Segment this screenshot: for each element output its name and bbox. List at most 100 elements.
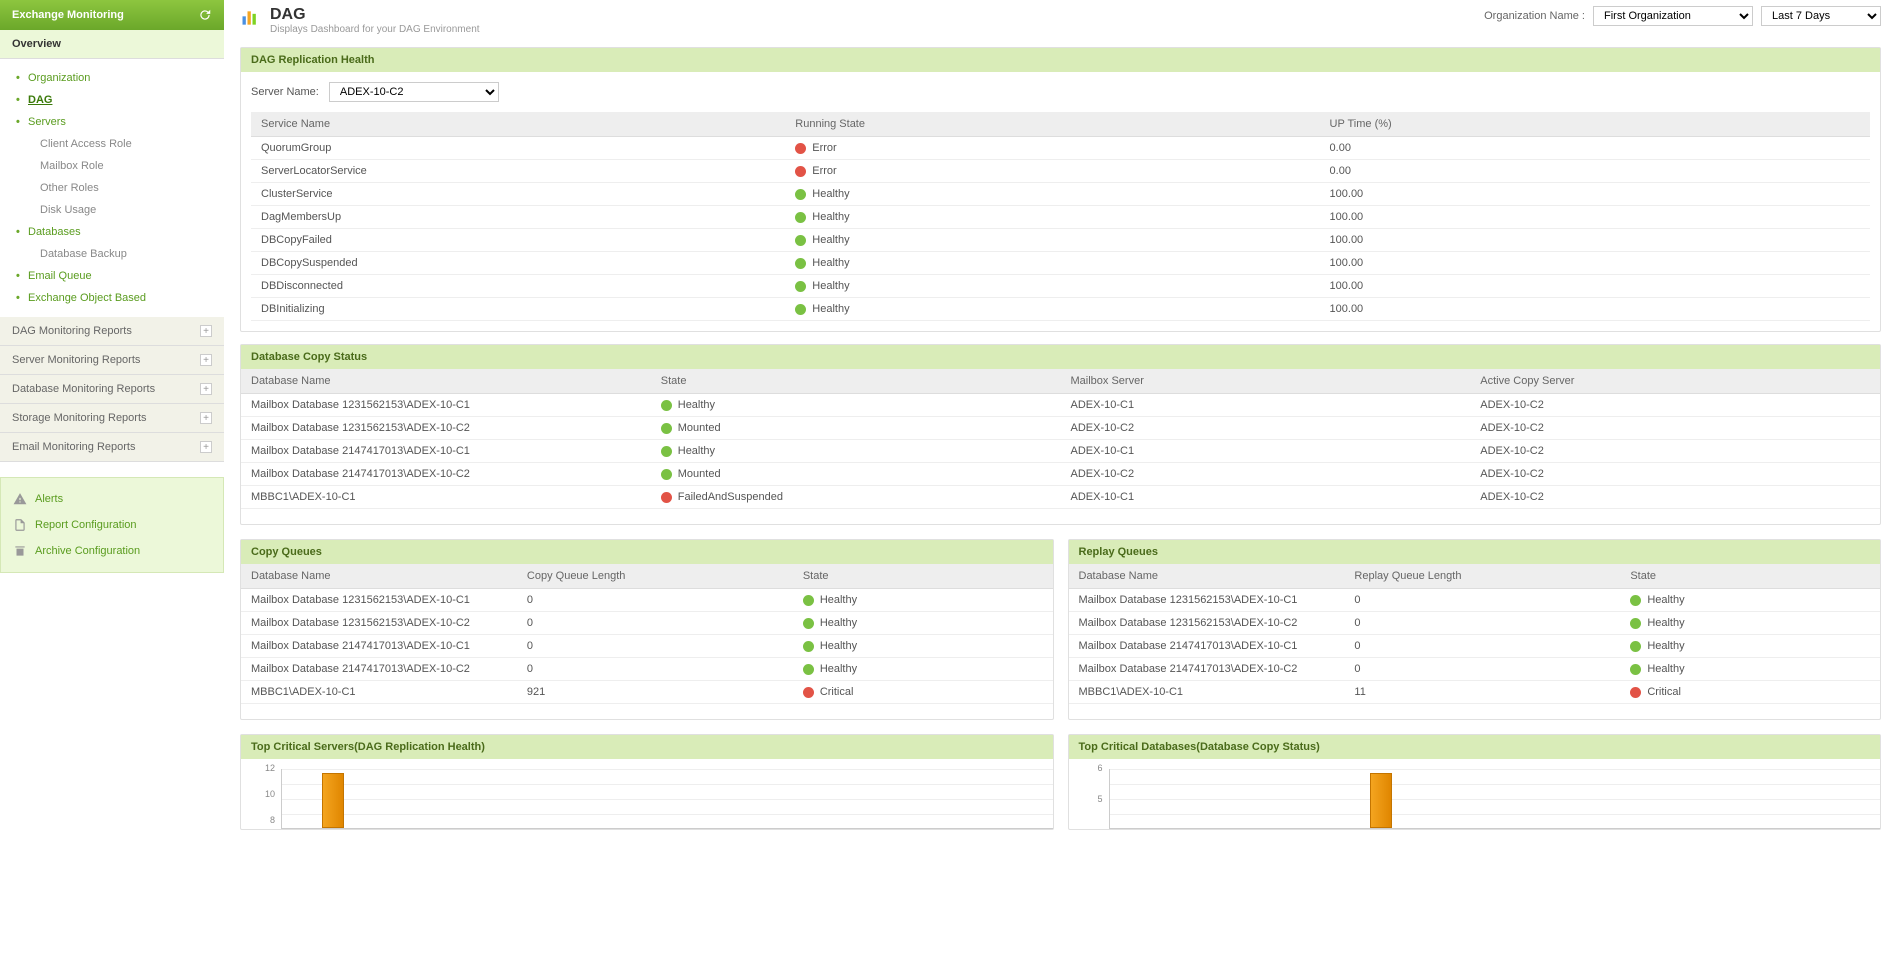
cell-uptime: 100.00	[1320, 229, 1870, 252]
rq-col-state: State	[1620, 564, 1880, 589]
cell-len: 921	[517, 681, 793, 704]
nav-item-email-queue[interactable]: Email Queue	[0, 265, 224, 287]
cell-state: Healthy	[785, 229, 1319, 252]
range-select[interactable]: Last 7 Days	[1761, 6, 1881, 26]
cell-db: Mailbox Database 1231562153\ADEX-10-C1	[241, 394, 651, 417]
cell-db: Mailbox Database 2147417013\ADEX-10-C2	[241, 463, 651, 486]
cell-uptime: 100.00	[1320, 206, 1870, 229]
refresh-icon[interactable]	[198, 8, 212, 22]
cell-db: Mailbox Database 1231562153\ADEX-10-C2	[241, 417, 651, 440]
col-state: State	[651, 369, 1061, 394]
table-row: MBBC1\ADEX-10-C1 921 Critical	[241, 681, 1053, 704]
nav-item-other-roles[interactable]: Other Roles	[0, 177, 224, 199]
table-row: MBBC1\ADEX-10-C1 FailedAndSuspended ADEX…	[241, 486, 1880, 509]
expand-icon: +	[200, 412, 212, 424]
page-subtitle: Displays Dashboard for your DAG Environm…	[270, 24, 480, 35]
nav-item-disk-usage[interactable]: Disk Usage	[0, 199, 224, 221]
overview-header: Overview	[0, 30, 224, 59]
table-row: QuorumGroup Error 0.00	[251, 137, 1870, 160]
cell-state: Healthy	[793, 612, 1053, 635]
status-dot	[795, 235, 806, 246]
nav-item-exchange-object-based[interactable]: Exchange Object Based	[0, 287, 224, 309]
status-dot	[795, 189, 806, 200]
nav-item-dag[interactable]: DAG	[0, 89, 224, 111]
server-name-select[interactable]: ADEX-10-C2	[329, 82, 499, 102]
table-row: DBDisconnected Healthy 100.00	[251, 275, 1870, 298]
report-icon	[13, 518, 27, 532]
status-dot	[803, 641, 814, 652]
cell-mbx: ADEX-10-C2	[1061, 463, 1471, 486]
cell-uptime: 0.00	[1320, 137, 1870, 160]
cell-service: DBCopyFailed	[251, 229, 785, 252]
nav-item-mailbox-role[interactable]: Mailbox Role	[0, 155, 224, 177]
table-row: Mailbox Database 1231562153\ADEX-10-C2 0…	[1069, 612, 1881, 635]
org-select[interactable]: First Organization	[1593, 6, 1753, 26]
expand-icon: +	[200, 354, 212, 366]
replication-table: Service Name Running State UP Time (%) Q…	[251, 112, 1870, 321]
report-config-link[interactable]: Report Configuration	[1, 512, 223, 538]
table-row: DBInitializing Healthy 100.00	[251, 298, 1870, 321]
status-dot	[795, 304, 806, 315]
report-section-server-monitoring-reports[interactable]: Server Monitoring Reports +	[0, 346, 224, 375]
nav-item-organization[interactable]: Organization	[0, 67, 224, 89]
cell-mbx: ADEX-10-C1	[1061, 486, 1471, 509]
col-service-name: Service Name	[251, 112, 785, 137]
cell-db: Mailbox Database 1231562153\ADEX-10-C1	[241, 589, 517, 612]
critical-db-header: Top Critical Databases(Database Copy Sta…	[1069, 735, 1881, 759]
report-section-storage-monitoring-reports[interactable]: Storage Monitoring Reports +	[0, 404, 224, 433]
nav-label: Other Roles	[40, 182, 99, 194]
col-active-copy: Active Copy Server	[1470, 369, 1880, 394]
table-row: Mailbox Database 2147417013\ADEX-10-C1 0…	[1069, 635, 1881, 658]
cell-len: 0	[1344, 589, 1620, 612]
table-row: Mailbox Database 1231562153\ADEX-10-C2 M…	[241, 417, 1880, 440]
cell-db: Mailbox Database 2147417013\ADEX-10-C1	[241, 440, 651, 463]
table-row: ClusterService Healthy 100.00	[251, 183, 1870, 206]
cell-state: Healthy	[1620, 612, 1880, 635]
table-row: Mailbox Database 2147417013\ADEX-10-C2 0…	[241, 658, 1053, 681]
replay-queues-panel: Replay Queues Database Name Replay Queue…	[1068, 539, 1882, 720]
report-section-label: Storage Monitoring Reports	[12, 412, 147, 424]
cell-state: Healthy	[785, 298, 1319, 321]
status-dot	[661, 423, 672, 434]
cell-state: Healthy	[785, 206, 1319, 229]
nav-item-databases[interactable]: Databases	[0, 221, 224, 243]
copy-queues-header: Copy Queues	[241, 540, 1053, 564]
cq-col-db: Database Name	[241, 564, 517, 589]
nav-label: Exchange Object Based	[28, 292, 146, 304]
cell-uptime: 100.00	[1320, 252, 1870, 275]
expand-icon: +	[200, 383, 212, 395]
chart-bar	[1370, 773, 1392, 828]
nav-item-servers[interactable]: Servers	[0, 111, 224, 133]
report-section-email-monitoring-reports[interactable]: Email Monitoring Reports+	[0, 433, 224, 462]
cell-uptime: 100.00	[1320, 183, 1870, 206]
table-row: Mailbox Database 2147417013\ADEX-10-C2 M…	[241, 463, 1880, 486]
table-row: ServerLocatorService Error 0.00	[251, 160, 1870, 183]
col-uptime: UP Time (%)	[1320, 112, 1870, 137]
status-dot	[1630, 595, 1641, 606]
report-section-dag-monitoring-reports[interactable]: DAG Monitoring Reports+	[0, 317, 224, 346]
table-row: DBCopyFailed Healthy 100.00	[251, 229, 1870, 252]
nav-item-database-backup[interactable]: Database Backup	[0, 243, 224, 265]
status-dot	[803, 595, 814, 606]
org-label: Organization Name :	[1484, 10, 1585, 22]
cell-db: Mailbox Database 2147417013\ADEX-10-C1	[241, 635, 517, 658]
cell-state: Critical	[1620, 681, 1880, 704]
nav-item-client-access-role[interactable]: Client Access Role	[0, 133, 224, 155]
replication-panel: DAG Replication Health Server Name: ADEX…	[240, 47, 1881, 332]
table-row: Mailbox Database 1231562153\ADEX-10-C1 0…	[1069, 589, 1881, 612]
status-dot	[803, 664, 814, 675]
chart-bar	[322, 773, 344, 828]
cq-col-len: Copy Queue Length	[517, 564, 793, 589]
alerts-link[interactable]: Alerts	[1, 486, 223, 512]
critical-servers-panel: Top Critical Servers(DAG Replication Hea…	[240, 734, 1054, 830]
cell-service: DBInitializing	[251, 298, 785, 321]
archive-config-link[interactable]: Archive Configuration	[1, 538, 223, 564]
expand-icon: +	[200, 325, 212, 337]
alert-icon	[13, 492, 27, 506]
cell-acs: ADEX-10-C2	[1470, 440, 1880, 463]
report-section-database-monitoring-reports[interactable]: Database Monitoring Reports+	[0, 375, 224, 404]
cell-state: Critical	[793, 681, 1053, 704]
cell-mbx: ADEX-10-C1	[1061, 440, 1471, 463]
report-section-label: Server Monitoring Reports	[12, 354, 140, 366]
cell-state: Healthy	[793, 589, 1053, 612]
